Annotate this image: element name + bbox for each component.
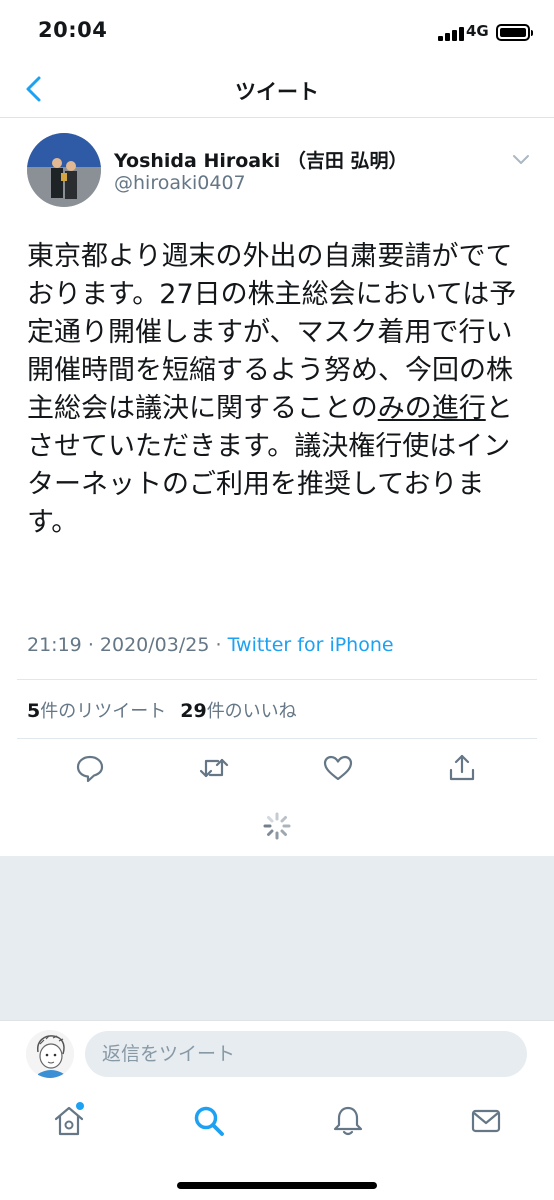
like-count: 29 bbox=[180, 700, 207, 722]
divider bbox=[17, 679, 537, 680]
like-label: 件のいいね bbox=[206, 701, 297, 722]
notification-dot bbox=[76, 1102, 84, 1110]
share-icon[interactable] bbox=[446, 752, 478, 784]
search-icon[interactable] bbox=[192, 1104, 226, 1138]
loading-spinner-icon bbox=[263, 812, 291, 840]
tweet-text: 東京都より週末の外出の自粛要請がでております。27日の株主総会においては予定通り… bbox=[27, 238, 527, 542]
user-avatar[interactable] bbox=[26, 1030, 74, 1078]
tweet-text-underlined: みの進行 bbox=[377, 393, 486, 424]
reply-input[interactable] bbox=[85, 1031, 527, 1077]
reply-bar bbox=[0, 1020, 554, 1090]
nav-bar: ツイート bbox=[0, 64, 554, 118]
meta-separator: · bbox=[215, 634, 222, 656]
retweet-label: 件のリツイート bbox=[40, 701, 167, 722]
author-name[interactable]: Yoshida Hiroaki （吉田 弘明） bbox=[114, 146, 408, 173]
network-label: 4G bbox=[466, 22, 489, 40]
content-background bbox=[0, 856, 554, 1020]
meta-separator: · bbox=[87, 634, 94, 656]
status-time: 20:04 bbox=[38, 18, 108, 42]
page-title: ツイート bbox=[235, 80, 319, 104]
author-handle[interactable]: @hiroaki0407 bbox=[114, 172, 246, 194]
tab-bar bbox=[0, 1090, 554, 1200]
battery-icon bbox=[496, 24, 533, 41]
signal-icon bbox=[438, 25, 466, 41]
comment-icon[interactable] bbox=[74, 752, 106, 784]
tweet-meta: 21:19 · 2020/03/25 · Twitter for iPhone bbox=[27, 634, 394, 656]
tweet-stats: 5件のリツイート 29件のいいね bbox=[27, 697, 297, 723]
bell-icon[interactable] bbox=[331, 1104, 365, 1138]
tweet-source-link[interactable]: Twitter for iPhone bbox=[228, 634, 394, 656]
retweet-icon[interactable] bbox=[198, 752, 230, 784]
home-indicator bbox=[177, 1182, 377, 1189]
tweet-actions bbox=[0, 752, 554, 786]
heart-icon[interactable] bbox=[322, 752, 354, 784]
envelope-icon[interactable] bbox=[469, 1104, 503, 1138]
chevron-down-icon[interactable] bbox=[510, 153, 532, 167]
like-stat[interactable]: 29件のいいね bbox=[180, 700, 297, 722]
tweet-time: 21:19 bbox=[27, 634, 82, 656]
retweet-count: 5 bbox=[27, 700, 41, 722]
retweet-stat[interactable]: 5件のリツイート bbox=[27, 700, 167, 722]
status-bar: 20:04 4G bbox=[0, 0, 554, 64]
tweet-date: 2020/03/25 bbox=[99, 634, 210, 656]
divider bbox=[17, 738, 537, 739]
avatar[interactable] bbox=[27, 133, 101, 207]
